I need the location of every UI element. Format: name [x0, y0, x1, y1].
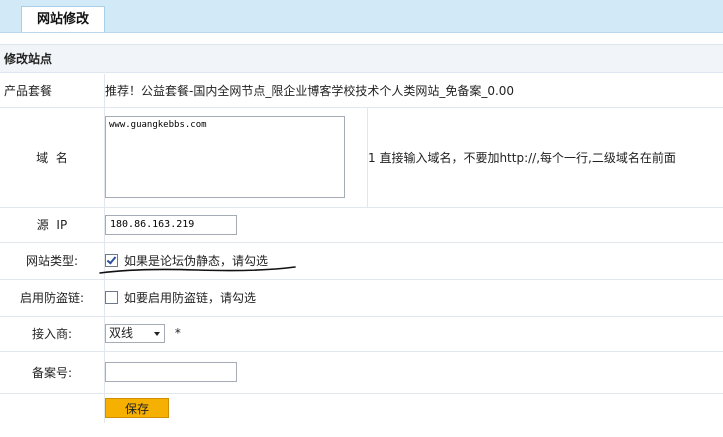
hotlink-checkbox-label[interactable]: 如要启用防盗链，请勾选 [124, 291, 256, 305]
provider-row: 接入商: 双线 * [0, 316, 723, 352]
provider-selected: 双线 [109, 326, 134, 340]
package-row: 产品套餐 推荐！公益套餐-国内全网节点_限企业博客学校技术个人类网站_免备案_0… [0, 74, 723, 108]
source-ip-input[interactable] [105, 214, 237, 235]
tab-site-edit[interactable]: 网站修改 [21, 6, 105, 32]
domain-textarea[interactable]: www.guangkebbs.com [105, 116, 345, 198]
provider-cell: 双线 * [104, 316, 723, 352]
hotlink-cell: 如要启用防盗链，请勾选 [104, 279, 723, 317]
required-mark: * [174, 326, 181, 340]
record-cell [104, 351, 723, 394]
action-cell: 保存 [105, 393, 723, 423]
package-value: 推荐！公益套餐-国内全网节点_限企业博客学校技术个人类网站_免备案_0.00 [105, 83, 515, 98]
domain-row: 域 名 www.guangkebbs.com 1 直接输入域名，不要加http:… [0, 107, 723, 208]
top-bar: 网站修改 [0, 0, 723, 33]
record-label: 备案号: [0, 351, 105, 394]
section-title: 修改站点 [0, 44, 723, 73]
hotlink-row: 启用防盗链: 如要启用防盗链，请勾选 [0, 279, 723, 317]
source-ip-cell [104, 207, 723, 243]
hotlink-label: 启用防盗链: [0, 279, 105, 317]
domain-label: 域 名 [0, 107, 105, 208]
package-label: 产品套餐 [0, 74, 105, 108]
source-ip-label: 源 IP [0, 207, 105, 243]
chevron-down-icon [154, 332, 160, 336]
domain-cell: www.guangkebbs.com [104, 107, 368, 208]
site-form: 产品套餐 推荐！公益套餐-国内全网节点_限企业博客学校技术个人类网站_免备案_0… [0, 74, 723, 423]
hand-drawn-underline [99, 266, 296, 274]
save-button[interactable]: 保存 [105, 398, 169, 419]
provider-select[interactable]: 双线 [105, 324, 165, 343]
record-input[interactable] [105, 362, 237, 382]
provider-label: 接入商: [0, 316, 105, 352]
record-row: 备案号: [0, 351, 723, 394]
hotlink-checkbox[interactable] [105, 291, 118, 304]
action-spacer [0, 393, 105, 423]
action-row: 保存 [0, 393, 723, 423]
site-type-label: 网站类型: [0, 242, 105, 280]
domain-hint: 1 直接输入域名，不要加http://,每个一行,二级域名在前面 [367, 107, 723, 208]
package-cell: 推荐！公益套餐-国内全网节点_限企业博客学校技术个人类网站_免备案_0.00 [104, 74, 723, 108]
source-ip-row: 源 IP [0, 207, 723, 243]
